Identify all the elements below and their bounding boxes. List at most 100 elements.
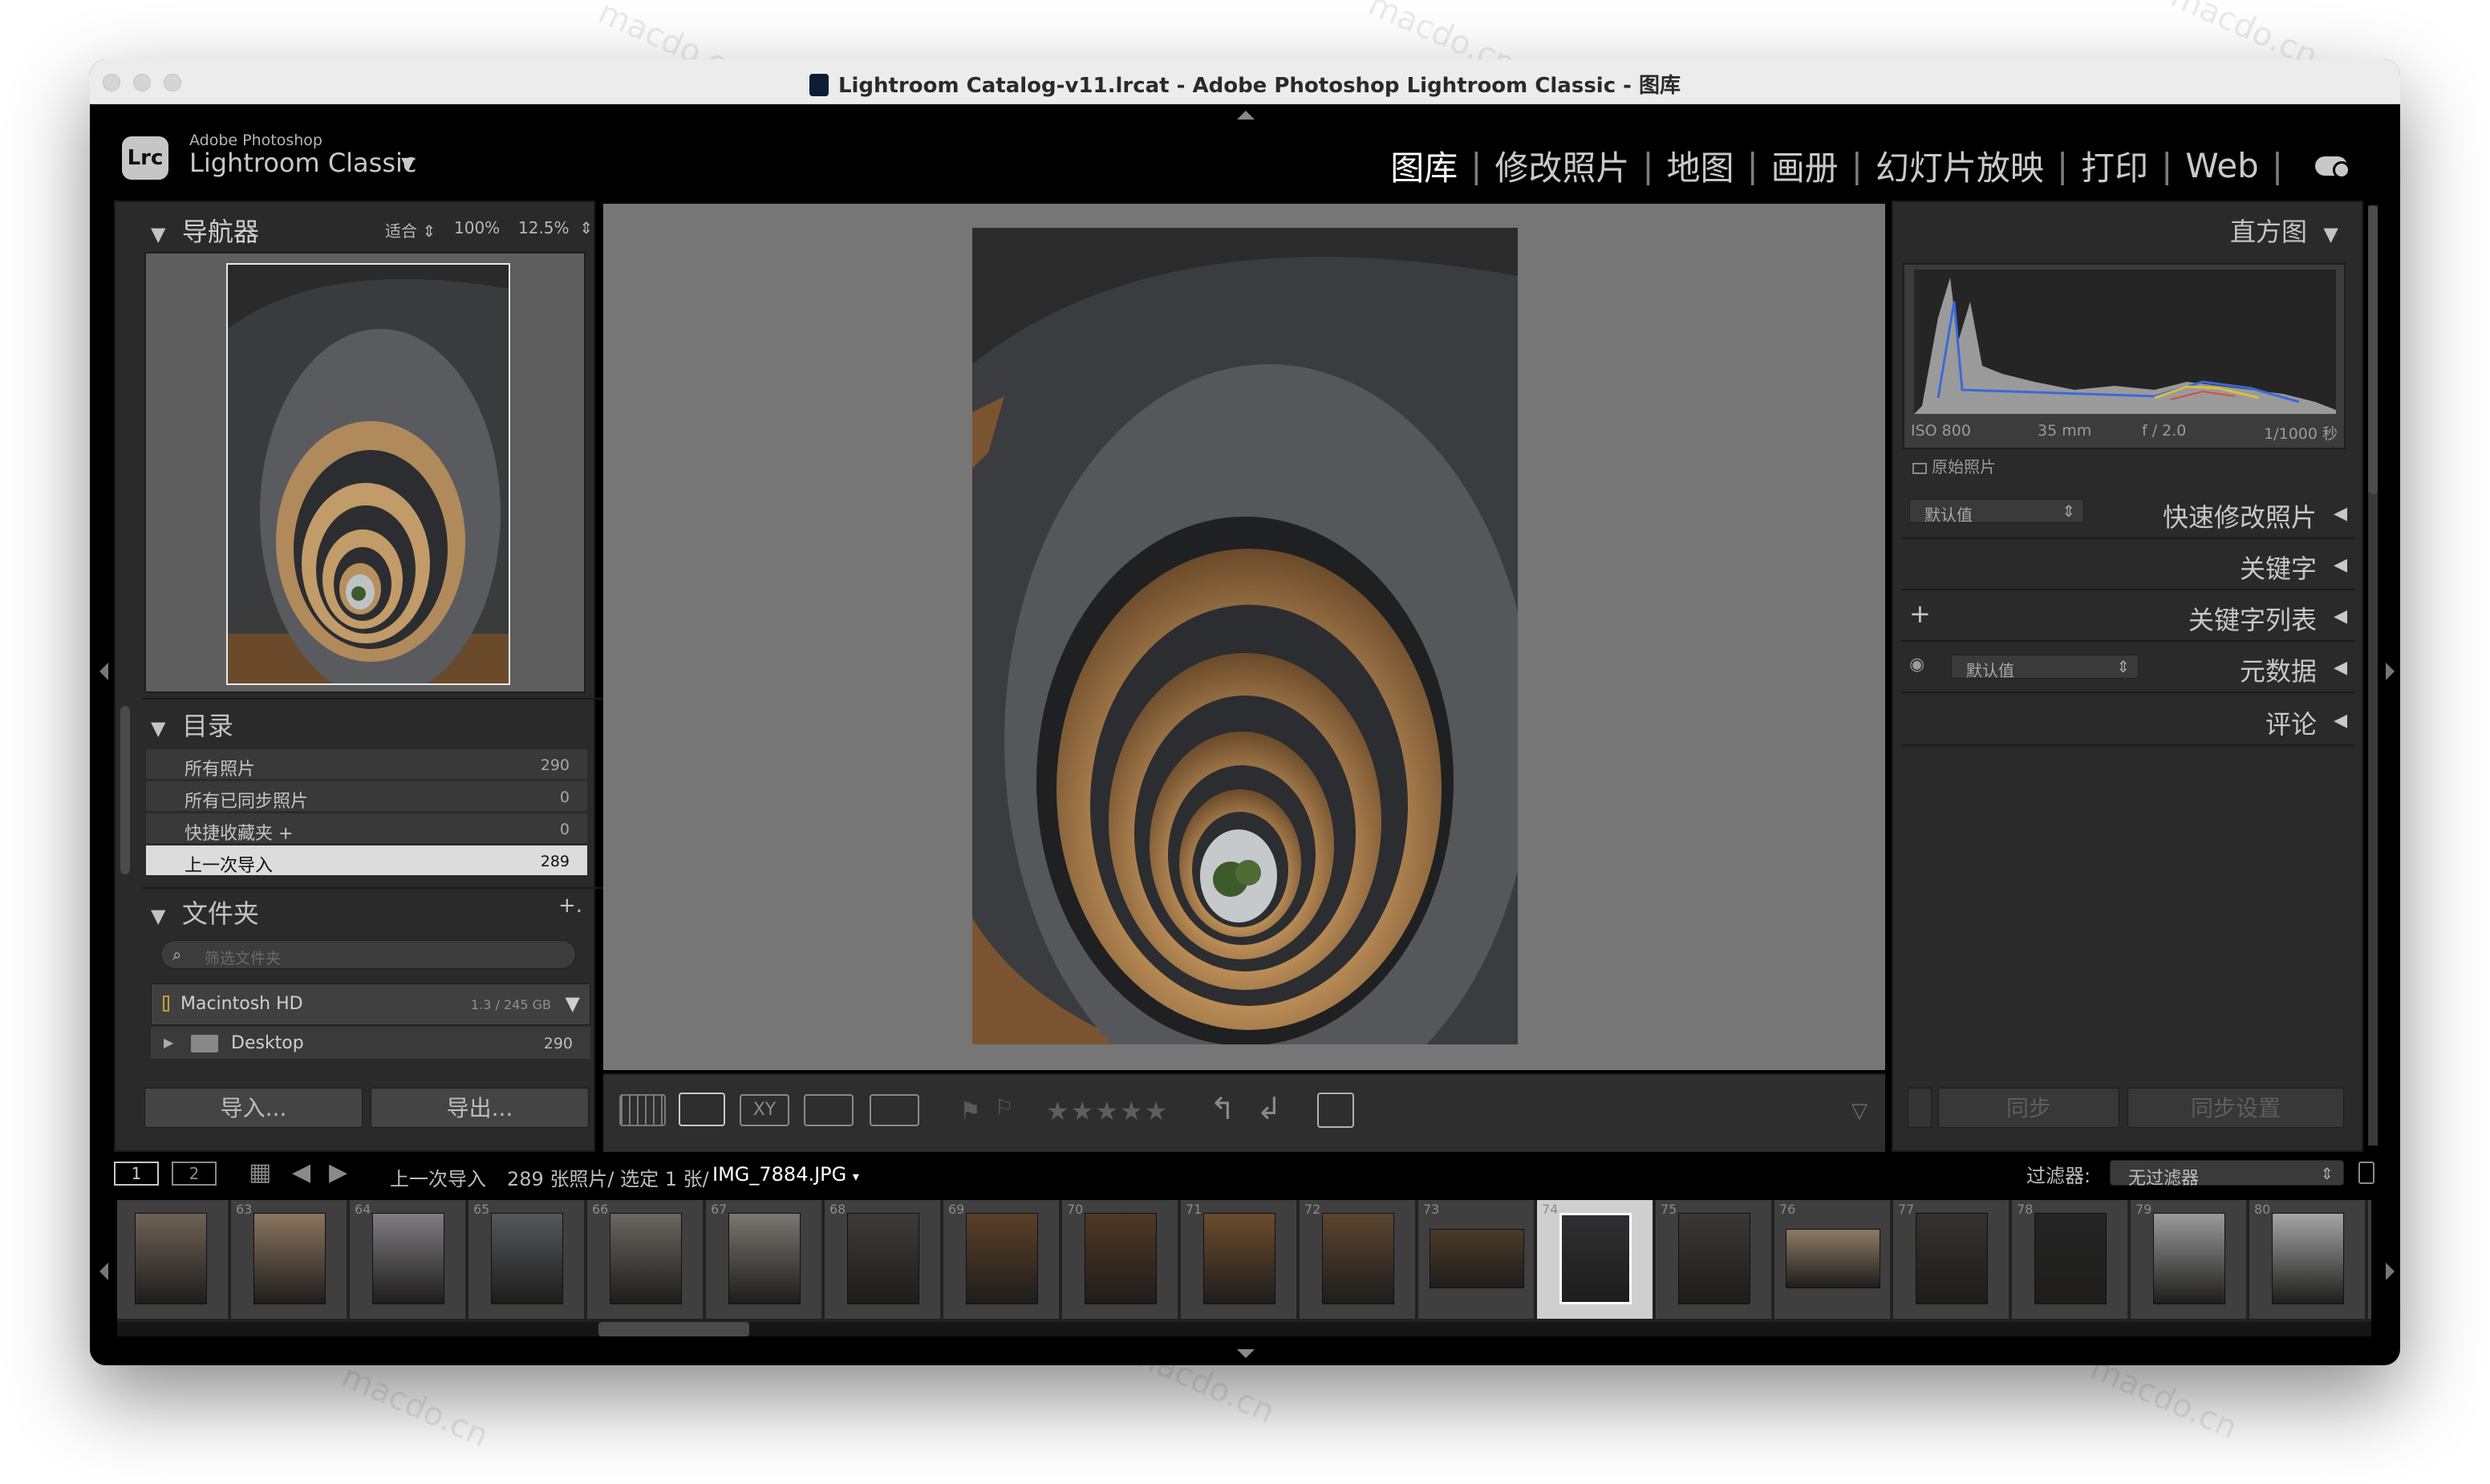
left-panel-scrollbar[interactable] [120,706,130,874]
filmstrip-cell[interactable]: 70 [1062,1200,1179,1319]
right-panel-scroll-thumb[interactable] [2368,205,2378,494]
filmstrip-cell[interactable]: 81 [2368,1200,2371,1319]
metadata-header[interactable]: ◉ 默认值 ⇕ 元数据 ◀ [1901,643,2355,693]
zoom-custom[interactable]: 12.5% ⇕ [518,218,593,237]
filmstrip-cell[interactable]: 78 [2012,1200,2129,1319]
volume-expand-icon[interactable]: ▼ [566,992,580,1015]
brand-name: Lightroom Classic [189,148,417,178]
filmstrip-cell[interactable]: 65 [468,1200,586,1319]
folder-row-desktop[interactable]: ▶ Desktop 290 [151,1027,590,1059]
keyword-list-header[interactable]: + 关键字列表 ◀ [1901,592,2355,642]
catalog-header[interactable]: ▼ 目录 [151,706,233,743]
flag-pick-icon[interactable]: ⚑ [959,1097,981,1125]
filmstrip[interactable]: 63 64 65 66 67 68 69 70 71 72 73 74 75 76 77 78 79 80 81 [117,1200,2371,1324]
metadata-preset-select[interactable]: 默认值 ⇕ [1951,655,2139,680]
filmstrip-source[interactable]: 上一次导入 [390,1163,486,1191]
module-book[interactable]: 画册 [1771,141,1839,190]
filmstrip-cell[interactable]: 67 [706,1200,823,1319]
identity-plate-menu-icon[interactable]: ▼ [401,154,415,174]
filmstrip-cell[interactable]: 80 [2249,1200,2366,1319]
filmstrip-cell[interactable]: 76 [1774,1200,1892,1319]
disclosure-triangle-icon[interactable]: ▶ [164,1035,173,1050]
eye-icon[interactable]: ◉ [1909,655,1924,675]
module-web[interactable]: Web [2185,146,2259,185]
catalog-row-quick-collection[interactable]: 快捷收藏夹 + 0 [146,813,587,844]
add-folder-button[interactable]: +. [558,894,582,918]
histogram[interactable]: ISO 800 35 mm f / 2.0 1/1000 秒 [1903,263,2346,449]
quick-develop-header[interactable]: 默认值 ⇕ 快速修改照片 ◀ [1901,489,2355,539]
catalog-row-all-photos[interactable]: 所有照片 290 [146,749,587,780]
catalog-row-previous-import[interactable]: 上一次导入 289 [146,845,587,876]
rotate-right-icon[interactable]: ↲ [1256,1091,1282,1126]
compare-view-button[interactable]: XY [740,1094,789,1126]
filmstrip-scrollbar[interactable] [117,1322,2371,1336]
import-button[interactable]: 导入... [144,1088,363,1128]
filter-select[interactable]: 无过滤器 ⇕ [2110,1160,2344,1189]
keywording-header[interactable]: 关键字 ◀ [1901,541,2355,590]
export-button[interactable]: 导出... [371,1088,589,1128]
filmstrip-cell[interactable]: 64 [350,1200,467,1319]
volume-row[interactable]: Macintosh HD 1.3 / 245 GB ▼ [151,983,590,1025]
loupe-view-button[interactable] [679,1093,725,1126]
star-rating[interactable]: ★★★★★ [1046,1096,1169,1126]
module-slideshow[interactable]: 幻灯片放映 [1876,141,2044,190]
filmstrip-cell[interactable]: 79 [2131,1200,2248,1319]
filmstrip-filename[interactable]: IMG_7884.JPG ▾ [712,1163,859,1186]
filmstrip-cell[interactable]: 75 [1656,1200,1773,1319]
filmstrip-cell[interactable]: 71 [1181,1200,1298,1319]
sync-switch[interactable] [1908,1088,1932,1128]
cloud-sync-icon[interactable] [2315,156,2350,179]
monitor-1-button[interactable]: 1 [114,1162,159,1186]
filter-lock-icon[interactable] [2358,1162,2374,1184]
filmstrip-cell[interactable] [117,1200,229,1319]
filmstrip-scroll-right-arrow[interactable] [2386,1263,2395,1280]
main-photo[interactable] [972,228,1518,1044]
module-map[interactable]: 地图 [1667,141,1734,190]
catalog-row-all-synced[interactable]: 所有已同步照片 0 [146,781,587,812]
comments-header[interactable]: 评论 ◀ [1901,696,2355,746]
filmstrip-cell[interactable]: 73 [1418,1200,1535,1319]
module-library[interactable]: 图库 [1390,141,1458,190]
histogram-header[interactable]: 直方图 ▼ [2230,212,2338,249]
right-panel-toggle-arrow[interactable] [2386,663,2395,680]
folders-header[interactable]: ▼ 文件夹 [151,894,259,931]
left-panel-toggle-arrow[interactable] [99,663,108,680]
sync-settings-button[interactable]: 同步设置 [2127,1088,2344,1128]
folder-search-input[interactable]: ⌕ 筛选文件夹 [160,940,576,969]
filmstrip-cell[interactable]: 72 [1300,1200,1417,1319]
show-top-panel-arrow[interactable] [1237,111,1255,120]
sync-button[interactable]: 同步 [1938,1088,2119,1128]
zoom-100[interactable]: 100% [454,218,500,237]
filmstrip-cell[interactable]: 69 [943,1200,1060,1319]
people-view-button[interactable] [870,1094,919,1126]
module-develop[interactable]: 修改照片 [1494,141,1629,190]
rotate-left-icon[interactable]: ↰ [1210,1091,1235,1126]
forward-arrow-icon[interactable]: ▶ [329,1158,347,1186]
filmstrip-cell[interactable]: 66 [587,1200,704,1319]
add-keyword-button[interactable]: + [1909,598,1931,629]
filmstrip-cell[interactable]: 63 [231,1200,348,1319]
filmstrip-cell[interactable]: 77 [1893,1200,2010,1319]
monitor-2-button[interactable]: 2 [172,1162,217,1186]
module-print[interactable]: 打印 [2081,141,2148,190]
filmstrip-thumbnail [491,1213,563,1304]
zoom-fit[interactable]: 适合 ⇕ [385,218,436,241]
back-arrow-icon[interactable]: ◀ [292,1158,310,1186]
toolbar-options-icon[interactable]: ▽ [1851,1099,1868,1123]
navigator-header[interactable]: ▼ 导航器 [151,212,259,249]
filmstrip-cell[interactable]: 74 [1537,1200,1654,1319]
filmstrip-cell[interactable]: 68 [825,1200,942,1319]
volume-name: Macintosh HD [180,994,303,1014]
filmstrip-scroll-left-arrow[interactable] [99,1263,108,1280]
survey-view-button[interactable] [804,1094,854,1126]
show-filmstrip-arrow[interactable] [1237,1349,1255,1358]
grid-view-button[interactable] [619,1094,666,1126]
crop-overlay-button[interactable] [1317,1093,1354,1128]
grid-icon[interactable]: ▦ [249,1158,271,1186]
filmstrip-scroll-thumb[interactable] [598,1322,749,1336]
section-divider [1901,537,2355,539]
navigator-thumbnail[interactable] [226,263,510,698]
original-photo-toggle[interactable]: 原始照片 [1912,454,1996,477]
flag-reject-icon[interactable]: ⚐ [995,1096,1013,1120]
quick-develop-preset-select[interactable]: 默认值 ⇕ [1909,499,2084,525]
